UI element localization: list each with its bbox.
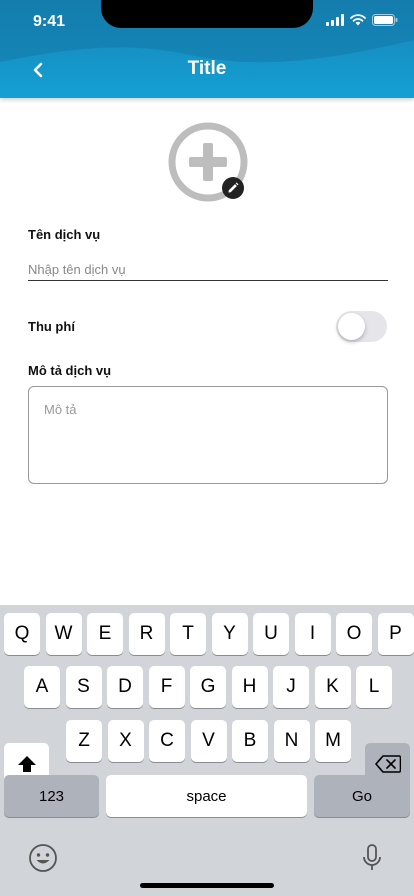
key-s[interactable]: S [65, 666, 102, 708]
key-t[interactable]: T [170, 613, 206, 655]
key-i[interactable]: I [294, 613, 331, 655]
shift-arrow-icon [17, 756, 36, 772]
key-l[interactable]: L [356, 666, 392, 708]
description-textarea[interactable] [28, 386, 388, 484]
key-m[interactable]: M [315, 720, 351, 762]
fee-label: Thu phí [28, 319, 75, 334]
page-title: Title [187, 58, 227, 79]
fee-toggle[interactable] [336, 311, 387, 342]
key-w[interactable]: W [45, 613, 82, 655]
microphone-icon[interactable] [362, 843, 382, 873]
key-x[interactable]: X [107, 720, 144, 762]
emoji-icon[interactable] [28, 843, 58, 873]
key-y[interactable]: Y [211, 613, 248, 655]
key-h[interactable]: H [231, 666, 268, 708]
key-c[interactable]: C [149, 720, 185, 762]
toggle-knob [338, 313, 365, 340]
key-r[interactable]: R [128, 613, 165, 655]
key-v[interactable]: V [190, 720, 227, 762]
key-j[interactable]: J [273, 666, 309, 708]
key-d[interactable]: D [107, 666, 143, 708]
status-time: 9:41 [33, 13, 66, 30]
key-a[interactable]: A [24, 666, 60, 708]
edit-photo-button[interactable] [222, 177, 244, 199]
key-z[interactable]: Z [66, 720, 102, 762]
service-name-input[interactable] [28, 258, 388, 281]
key-b[interactable]: B [232, 720, 268, 762]
home-indicator [140, 883, 274, 888]
go-key[interactable]: Go [314, 775, 410, 817]
device-notch [101, 0, 313, 28]
key-u[interactable]: U [253, 613, 289, 655]
status-icons [326, 14, 398, 26]
header-bar: 9:41 Title [0, 0, 414, 98]
wifi-icon [350, 14, 366, 26]
key-e[interactable]: E [87, 613, 123, 655]
key-p[interactable]: P [377, 613, 414, 655]
numbers-key[interactable]: 123 [4, 775, 99, 817]
backspace-icon [374, 755, 401, 773]
key-n[interactable]: N [273, 720, 310, 762]
service-name-label: Tên dịch vụ [28, 227, 101, 242]
pencil-icon [228, 182, 239, 193]
signal-icon [326, 14, 344, 26]
on-screen-keyboard: QWERTYUIOP ASDFGHJKL ZXCVBNM 123 space Go [0, 605, 414, 896]
space-key[interactable]: space [106, 775, 307, 817]
battery-icon [372, 14, 398, 26]
key-g[interactable]: G [190, 666, 226, 708]
key-q[interactable]: Q [4, 613, 40, 655]
key-f[interactable]: F [148, 666, 185, 708]
key-k[interactable]: K [314, 666, 351, 708]
key-o[interactable]: O [336, 613, 372, 655]
description-label: Mô tả dịch vụ [28, 363, 112, 378]
